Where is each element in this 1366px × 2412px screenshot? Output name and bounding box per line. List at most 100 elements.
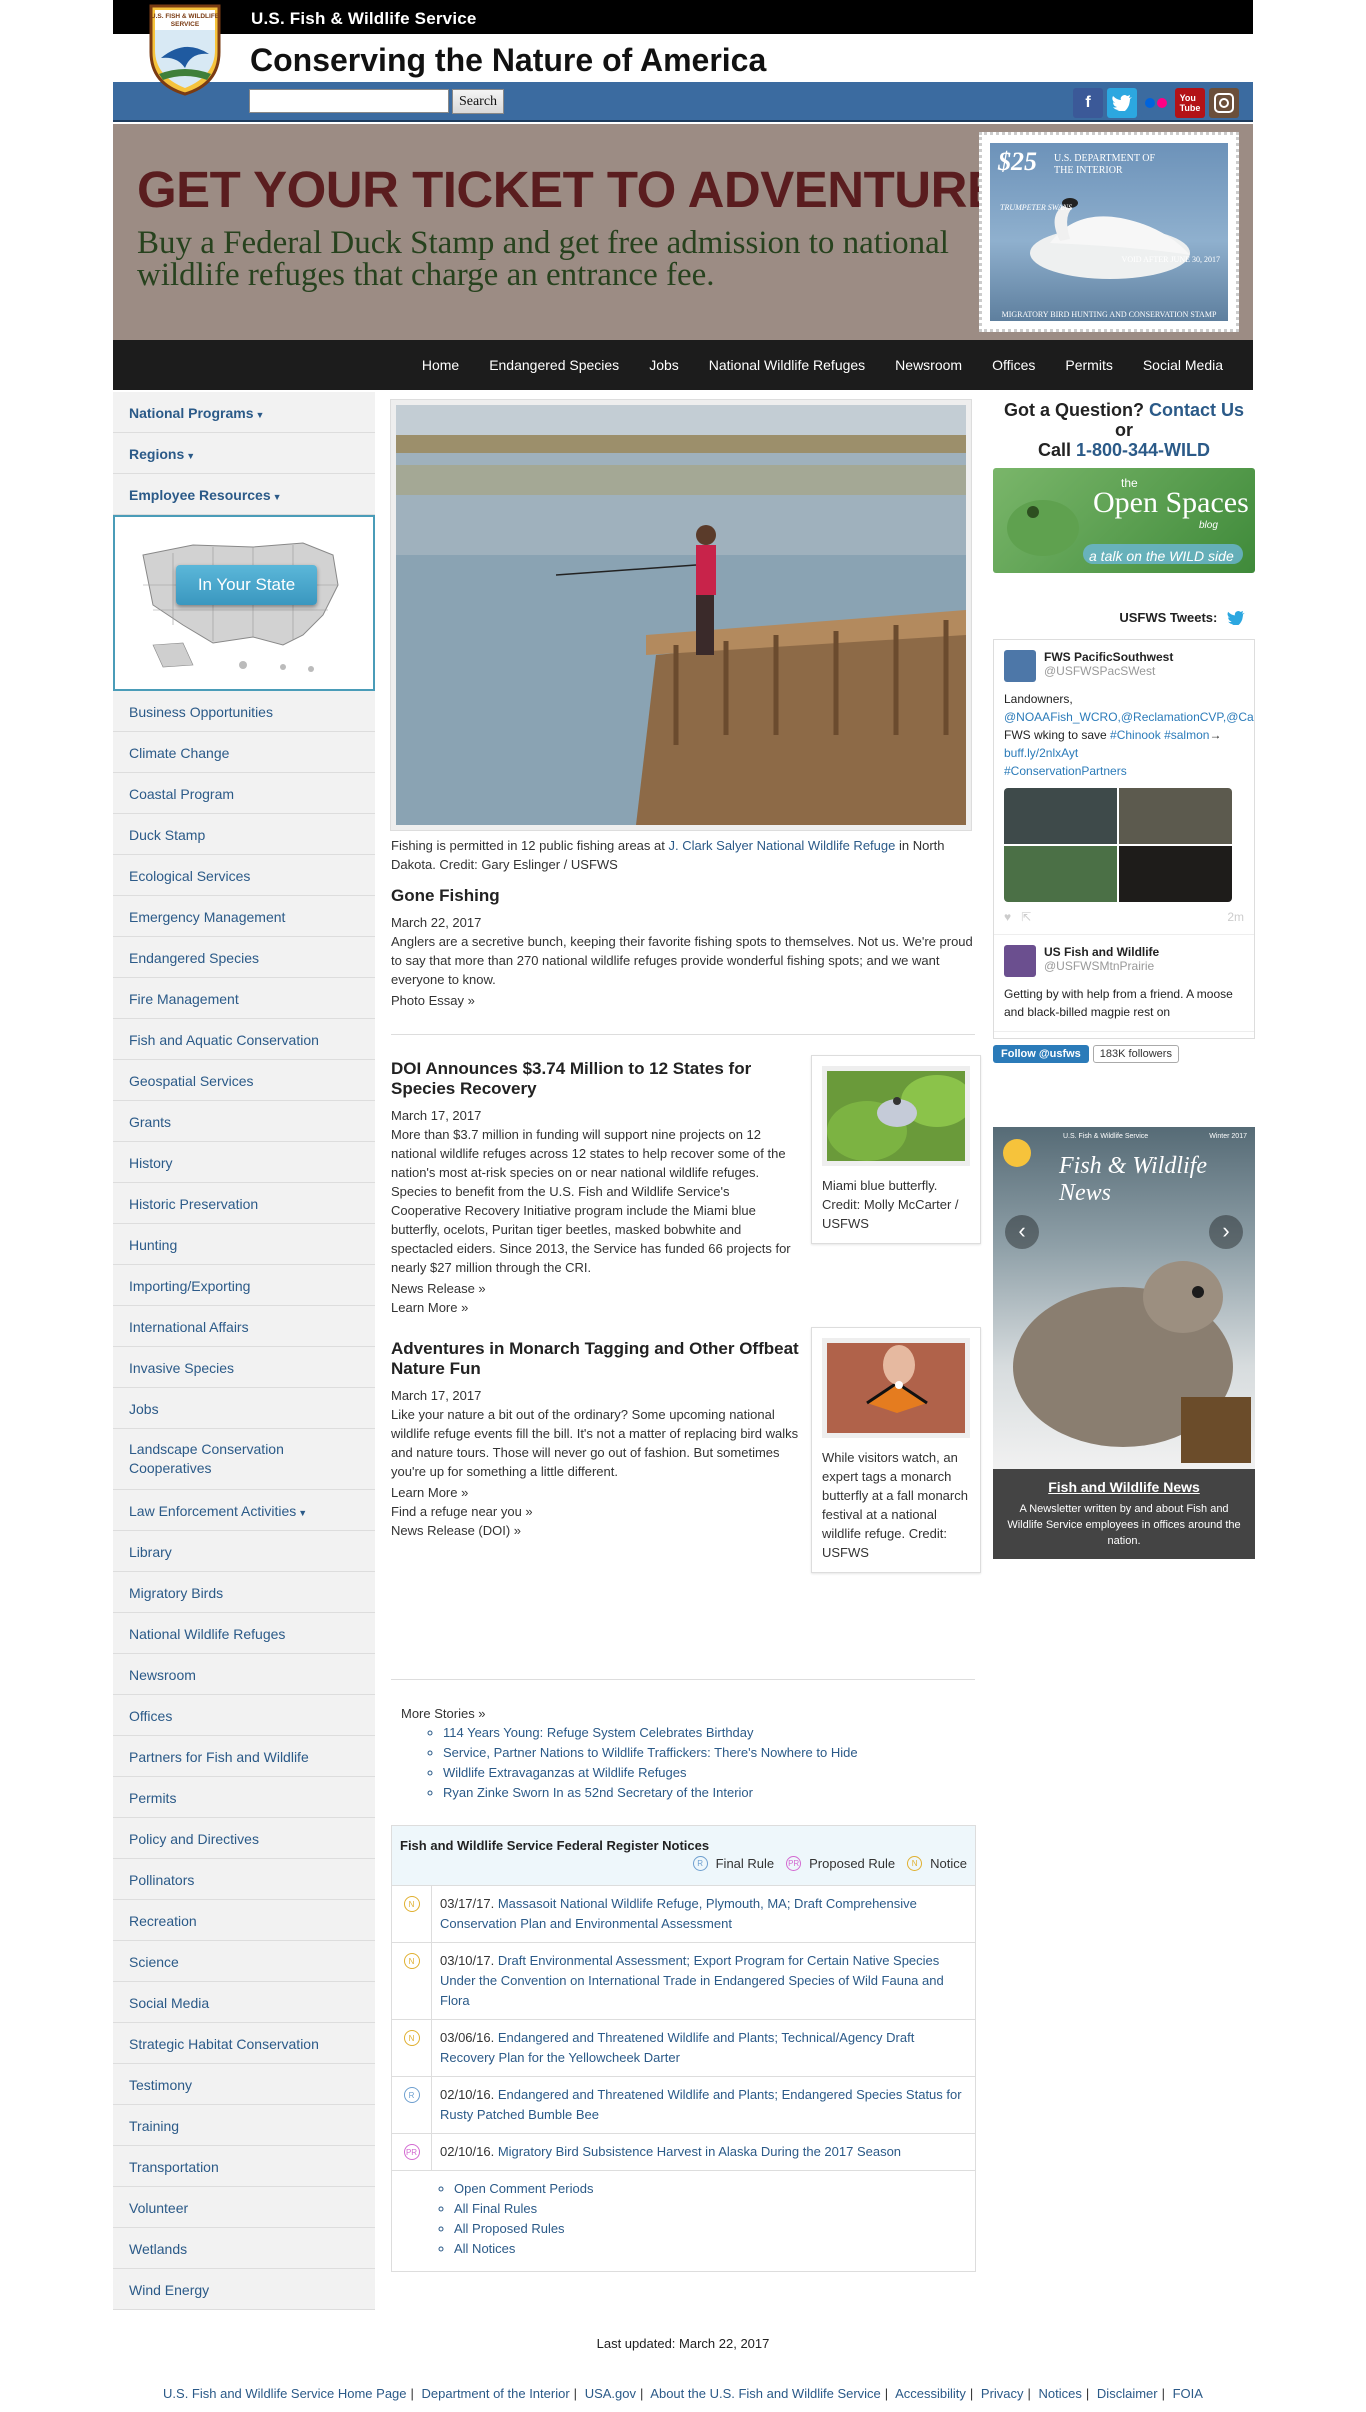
tweet-url[interactable]: buff.ly/2nlxAyt: [1004, 746, 1078, 760]
footer-link[interactable]: Privacy: [981, 2386, 1024, 2401]
follow-button[interactable]: Follow @usfws: [993, 1045, 1089, 1063]
open-spaces-blog-banner[interactable]: the Open Spaces blog a talk on the WILD …: [993, 468, 1255, 573]
tweet-author[interactable]: FWS PacificSouthwest: [1004, 650, 1244, 664]
sidebar-item[interactable]: Historic Preservation: [113, 1183, 375, 1224]
nav-newsroom[interactable]: Newsroom: [895, 357, 962, 373]
sidebar-item[interactable]: History: [113, 1142, 375, 1183]
more-story-item[interactable]: Ryan Zinke Sworn In as 52nd Secretary of…: [443, 1783, 961, 1803]
avatar[interactable]: [1004, 650, 1036, 682]
sidebar-item[interactable]: Training: [113, 2105, 375, 2146]
sidebar-item[interactable]: Transportation: [113, 2146, 375, 2187]
duck-stamp-banner[interactable]: GET YOUR TICKET TO ADVENTURE Buy a Feder…: [113, 124, 1253, 340]
more-story-item[interactable]: 114 Years Young: Refuge System Celebrate…: [443, 1723, 961, 1743]
photo-essay-link[interactable]: Photo Essay »: [391, 991, 981, 1010]
sidebar-item-law-enforcement[interactable]: Law Enforcement Activities ▼: [113, 1490, 375, 1531]
chevron-left-icon[interactable]: ‹: [1005, 1215, 1039, 1249]
sidebar-item[interactable]: Testimony: [113, 2064, 375, 2105]
fr-link[interactable]: Endangered and Threatened Wildlife and P…: [440, 2087, 962, 2122]
like-icon[interactable]: ♥ ⇱: [1004, 910, 1031, 924]
news-release-link[interactable]: News Release »: [391, 1279, 801, 1298]
chevron-right-icon[interactable]: ›: [1209, 1215, 1243, 1249]
sidebar-item[interactable]: Partners for Fish and Wildlife: [113, 1736, 375, 1777]
news-release-doi-link[interactable]: News Release (DOI) »: [391, 1521, 801, 1540]
footer-link[interactable]: USA.gov: [585, 2386, 636, 2401]
tweet-handle[interactable]: @USFWSPacSWest: [1004, 664, 1244, 678]
youtube-icon[interactable]: You Tube: [1175, 88, 1205, 118]
tweet-handle[interactable]: @USFWSMtnPrairie: [1004, 959, 1244, 973]
learn-more-link[interactable]: Learn More »: [391, 1483, 801, 1502]
sidebar-item[interactable]: Ecological Services: [113, 855, 375, 896]
twitter-timeline[interactable]: FWS PacificSouthwest @USFWSPacSWest Land…: [993, 639, 1255, 1039]
sidebar-item[interactable]: Fire Management: [113, 978, 375, 1019]
tweet-hashtags[interactable]: #Chinook #salmon: [1110, 728, 1209, 742]
footer-link[interactable]: FOIA: [1173, 2386, 1203, 2401]
flickr-icon[interactable]: [1141, 88, 1171, 118]
sidebar-regions[interactable]: Regions ▼: [113, 433, 375, 474]
feature-title[interactable]: Gone Fishing: [391, 886, 981, 906]
sidebar-employee-resources[interactable]: Employee Resources ▼: [113, 474, 375, 515]
nav-national-wildlife-refuges[interactable]: National Wildlife Refuges: [709, 357, 865, 373]
sidebar-item[interactable]: Hunting: [113, 1224, 375, 1265]
more-story-item[interactable]: Wildlife Extravaganzas at Wildlife Refug…: [443, 1763, 961, 1783]
nav-offices[interactable]: Offices: [992, 357, 1035, 373]
fr-link[interactable]: Migratory Bird Subsistence Harvest in Al…: [498, 2144, 901, 2159]
footer-link[interactable]: Accessibility: [895, 2386, 966, 2401]
tweet-hashtag[interactable]: #ConservationPartners: [1004, 764, 1127, 778]
open-comment-periods-link[interactable]: Open Comment Periods: [454, 2179, 975, 2199]
all-notices-link[interactable]: All Notices: [454, 2239, 975, 2259]
news-title-link[interactable]: Fish and Wildlife News: [993, 1479, 1255, 1495]
sidebar-item[interactable]: Social Media: [113, 1982, 375, 2023]
tweet-media[interactable]: [1004, 788, 1232, 902]
search-button[interactable]: Search: [452, 89, 504, 114]
phone-link[interactable]: 1-800-344-WILD: [1076, 440, 1210, 460]
sidebar-item[interactable]: Library: [113, 1531, 375, 1572]
sidebar-item[interactable]: National Wildlife Refuges: [113, 1613, 375, 1654]
more-stories-link[interactable]: More Stories »: [401, 1704, 961, 1723]
butterfly-photo[interactable]: [822, 1066, 970, 1166]
in-your-state-button[interactable]: In Your State: [176, 565, 317, 605]
instagram-icon[interactable]: [1209, 88, 1239, 118]
nav-permits[interactable]: Permits: [1065, 357, 1112, 373]
nav-home[interactable]: Home: [422, 357, 459, 373]
sidebar-item[interactable]: Jobs: [113, 1388, 375, 1429]
tweet-author[interactable]: US Fish and Wildlife: [1004, 945, 1244, 959]
twitter-icon[interactable]: [1107, 88, 1137, 118]
fws-logo[interactable]: U.S. FISH & WILDLIFE SERVICE: [147, 2, 223, 96]
facebook-icon[interactable]: f: [1073, 88, 1103, 118]
footer-link[interactable]: Department of the Interior: [422, 2386, 570, 2401]
all-final-rules-link[interactable]: All Final Rules: [454, 2199, 975, 2219]
sidebar-item[interactable]: Strategic Habitat Conservation: [113, 2023, 375, 2064]
avatar[interactable]: [1004, 945, 1036, 977]
sidebar-item[interactable]: Permits: [113, 1777, 375, 1818]
sidebar-item[interactable]: Endangered Species: [113, 937, 375, 978]
sidebar-item[interactable]: Wind Energy: [113, 2269, 375, 2310]
sidebar-item[interactable]: Fish and Aquatic Conservation: [113, 1019, 375, 1060]
sidebar-item[interactable]: Climate Change: [113, 732, 375, 773]
sidebar-item[interactable]: Offices: [113, 1695, 375, 1736]
tweet-mentions[interactable]: @NOAAFish_WCRO,@ReclamationCVP,@Californ…: [1004, 710, 1254, 724]
story-title[interactable]: DOI Announces $3.74 Million to 12 States…: [391, 1059, 801, 1099]
sidebar-item[interactable]: Wetlands: [113, 2228, 375, 2269]
sidebar-item[interactable]: Policy and Directives: [113, 1818, 375, 1859]
all-proposed-rules-link[interactable]: All Proposed Rules: [454, 2219, 975, 2239]
in-your-state-widget[interactable]: In Your State: [113, 515, 375, 691]
sidebar-item[interactable]: Emergency Management: [113, 896, 375, 937]
monarch-photo[interactable]: [822, 1338, 970, 1438]
footer-link[interactable]: Disclaimer: [1097, 2386, 1158, 2401]
refuge-link[interactable]: J. Clark Salyer National Wildlife Refuge: [668, 838, 895, 853]
nav-jobs[interactable]: Jobs: [649, 357, 679, 373]
sidebar-item[interactable]: Invasive Species: [113, 1347, 375, 1388]
sidebar-national-programs[interactable]: National Programs ▼: [113, 392, 375, 433]
more-story-item[interactable]: Service, Partner Nations to Wildlife Tra…: [443, 1743, 961, 1763]
sidebar-item[interactable]: Newsroom: [113, 1654, 375, 1695]
sidebar-item[interactable]: Migratory Birds: [113, 1572, 375, 1613]
learn-more-link[interactable]: Learn More »: [391, 1298, 801, 1317]
fishing-photo[interactable]: [391, 400, 971, 830]
footer-link[interactable]: U.S. Fish and Wildlife Service Home Page: [163, 2386, 406, 2401]
sidebar-item[interactable]: Duck Stamp: [113, 814, 375, 855]
search-input[interactable]: [249, 89, 449, 113]
sidebar-item[interactable]: Geospatial Services: [113, 1060, 375, 1101]
sidebar-item[interactable]: Recreation: [113, 1900, 375, 1941]
footer-link[interactable]: About the U.S. Fish and Wildlife Service: [650, 2386, 881, 2401]
fr-link[interactable]: Massasoit National Wildlife Refuge, Plym…: [440, 1896, 917, 1931]
